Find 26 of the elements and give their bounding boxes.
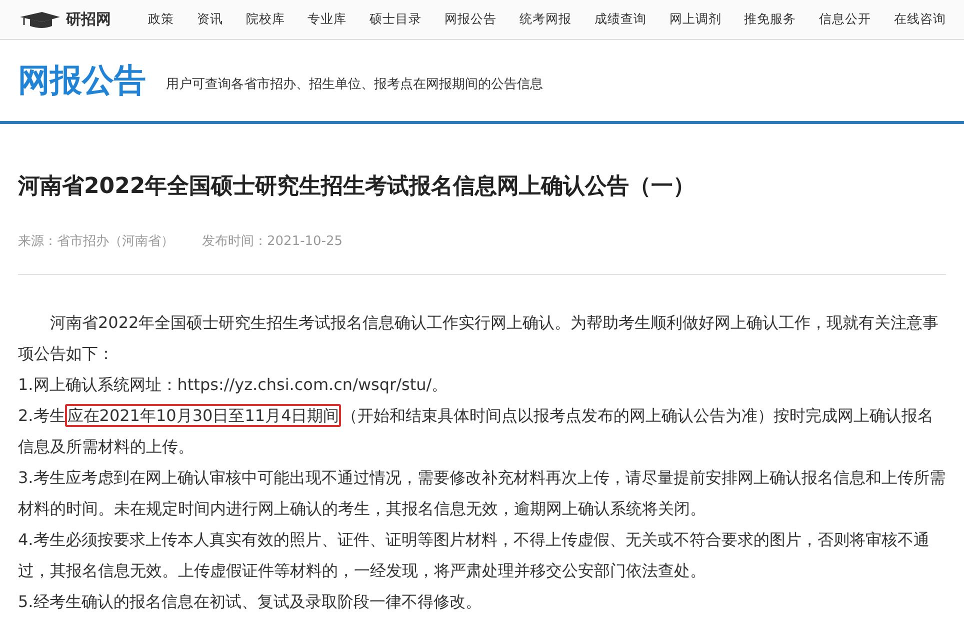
nav-link[interactable]: 专业库 xyxy=(308,11,347,28)
highlight-box: 应在2021年10月30日至11月4日期间 xyxy=(65,404,342,427)
nav-link[interactable]: 成绩查询 xyxy=(594,11,646,28)
paragraph: 河南省2022年全国硕士研究生招生考试报名信息确认工作实行网上确认。为帮助考生顺利做好网上确认工作，现就有关注意事项公告如下： xyxy=(18,312,940,365)
nav-link[interactable]: 网报公告 xyxy=(444,11,497,28)
paragraph: 2.考生应在2021年10月30日至11月4日期间（开始和结束具体时间点以报考点发布的网上确认公告为准）按时完成网上确认报名信息及所需材料的上传。 xyxy=(18,403,934,458)
paragraph: 5.经考生确认的报名信息在初试、复试及录取阶段一律不得修改。 xyxy=(18,591,482,613)
section-title: 网报公告 xyxy=(18,60,146,100)
nav-link[interactable]: 在线咨询 xyxy=(894,11,946,28)
nav-link[interactable]: 网上调剂 xyxy=(669,11,722,28)
section-subtitle: 用户可查询各省市招办、招生单位、报考点在网报期间的公告信息 xyxy=(166,76,543,92)
publish-date: 发布时间：2021-10-25 xyxy=(202,233,343,250)
nav-link[interactable]: 统考网报 xyxy=(519,11,572,28)
paragraph: 3.考生应考虑到在网上确认审核中可能出现不通过情况，需要修改补充材料再次上传，请尽量提前安排网上确认报名信息和上传所需材料的时间。未在规定时间内进行网上确认的考生，其报名信息无效，逾期网上确认系统将关闭。 xyxy=(18,467,946,520)
nav-link[interactable]: 资讯 xyxy=(196,11,223,28)
nav-link[interactable]: 硕士目录 xyxy=(370,11,422,28)
nav-link[interactable]: 推免服务 xyxy=(744,11,796,28)
paragraph: 1.网上确认系统网址：https://yz.chsi.com.cn/wsqr/stu/。 xyxy=(18,374,449,396)
article-title: 河南省2022年全国硕士研究生招生考试报名信息网上确认公告（一） xyxy=(18,173,696,201)
graduation-cap-icon xyxy=(18,10,62,30)
site-logo[interactable]: 研招网 xyxy=(66,10,111,29)
nav-link[interactable]: 政策 xyxy=(148,11,174,28)
nav-link[interactable]: 院校库 xyxy=(246,11,285,28)
nav-link[interactable]: 信息公开 xyxy=(819,11,872,28)
paragraph: 4.考生必须按要求上传本人真实有效的照片、证件、证明等图片材料，不得上传虚假、无关或不符合要求的图片，否则将审核不通过，其报名信息无效。上传虚假证件等材料的，一经发现，将严肃处理并移交公安部门依法查处。 xyxy=(18,529,930,582)
article-source: 来源：省市招办（河南省） xyxy=(18,233,174,250)
